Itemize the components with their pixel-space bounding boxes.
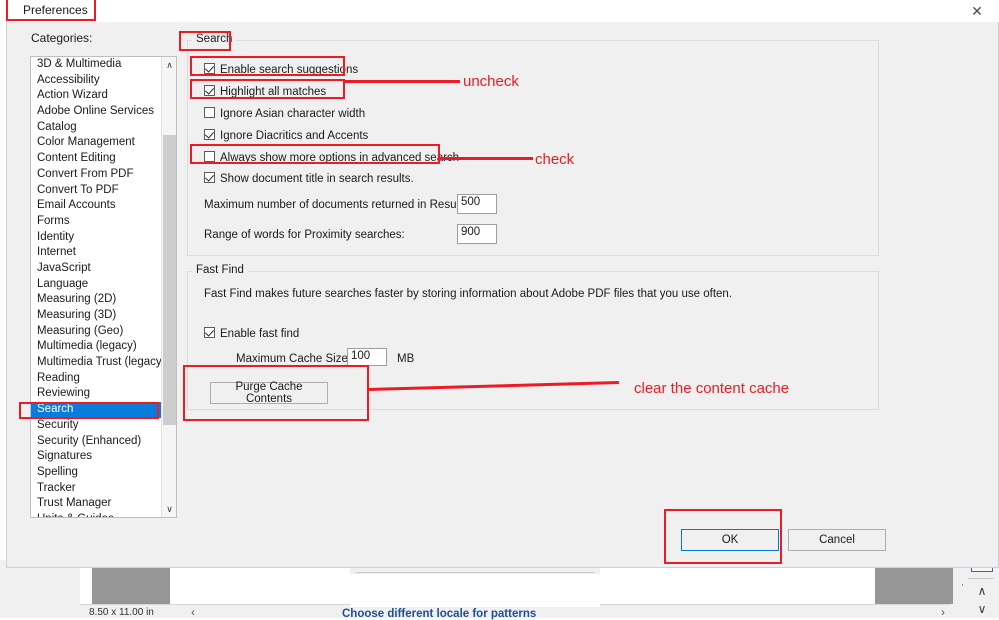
prev-page-icon[interactable]: ‹: [185, 605, 201, 619]
sidebar-item-units-guides[interactable]: Units & Guides: [31, 512, 162, 517]
sidebar-item-multimedia-trust-legacy[interactable]: Multimedia Trust (legacy): [31, 355, 165, 371]
checkbox-ignore-diacritics-and-accents[interactable]: [204, 129, 215, 140]
bg-page-thumbnail: [92, 563, 170, 604]
sidebar-item-content-editing[interactable]: Content Editing: [31, 151, 162, 167]
dialog-title: Preferences: [23, 3, 88, 17]
checkbox-always-show-more-options[interactable]: [204, 151, 215, 162]
max-documents-label: Maximum number of documents returned in …: [204, 199, 472, 211]
scroll-up-icon[interactable]: ∧: [162, 57, 176, 73]
sidebar-item-3d-multimedia[interactable]: 3D & Multimedia: [31, 57, 162, 73]
next-page-icon[interactable]: ›: [935, 605, 951, 619]
checkbox-ignore-asian-character-width[interactable]: [204, 107, 215, 118]
sidebar-item-search[interactable]: Search: [31, 402, 162, 418]
checkbox-row-ignore-diacritics-and-accents[interactable]: Ignore Diacritics and Accents: [204, 126, 368, 144]
annotation-text-clear-cache: clear the content cache: [634, 380, 790, 397]
sidebar-item-measuring-2d[interactable]: Measuring (2D): [31, 292, 162, 308]
sidebar-item-trust-manager[interactable]: Trust Manager: [31, 496, 162, 512]
sidebar-item-multimedia-legacy[interactable]: Multimedia (legacy): [31, 339, 162, 355]
checkbox-highlight-all-matches[interactable]: [204, 85, 215, 96]
cache-unit-label: MB: [397, 353, 415, 365]
sidebar-item-measuring-geo[interactable]: Measuring (Geo): [31, 324, 162, 340]
fastfind-group-legend: Fast Find: [192, 264, 248, 276]
bg-divider-2: [968, 578, 994, 579]
checkbox-row-show-document-title[interactable]: Show document title in search results.: [204, 169, 414, 187]
checkbox-label: Ignore Asian character width: [220, 108, 366, 120]
sidebar-item-email-accounts[interactable]: Email Accounts: [31, 198, 162, 214]
sidebar-item-catalog[interactable]: Catalog: [31, 120, 162, 136]
sidebar-item-action-wizard[interactable]: Action Wizard: [31, 88, 162, 104]
categories-scrollbar[interactable]: ∧ ∨: [161, 57, 176, 517]
sidebar-item-spelling[interactable]: Spelling: [31, 465, 162, 481]
bg-status-strip-right: [600, 604, 950, 618]
search-group-legend: Search: [192, 33, 237, 45]
annotation-text-check: check: [535, 151, 575, 168]
checkbox-label: Highlight all matches: [220, 86, 327, 98]
sidebar-item-javascript[interactable]: JavaScript: [31, 261, 162, 277]
max-cache-size-label: Maximum Cache Size:: [236, 353, 352, 365]
max-cache-size-input[interactable]: 100: [347, 348, 387, 366]
scroll-down-icon[interactable]: ∨: [162, 501, 176, 517]
checkbox-row-always-show-more-options[interactable]: Always show more options in advanced sea…: [204, 148, 459, 166]
proximity-range-input[interactable]: 900: [457, 224, 497, 244]
proximity-range-label: Range of words for Proximity searches:: [204, 229, 405, 241]
dialog-titlebar: Preferences ✕: [7, 0, 999, 22]
max-documents-input[interactable]: 500: [457, 194, 497, 214]
checkbox-label: Ignore Diacritics and Accents: [220, 130, 369, 142]
checkbox-row-highlight-all-matches[interactable]: Highlight all matches: [204, 82, 326, 100]
checkbox-row-ignore-asian-character-width[interactable]: Ignore Asian character width: [204, 104, 365, 122]
sidebar-item-security-enhanced[interactable]: Security (Enhanced): [31, 434, 162, 450]
checkbox-show-document-title[interactable]: [204, 172, 215, 183]
sidebar-item-convert-to-pdf[interactable]: Convert To PDF: [31, 183, 162, 199]
annotation-text-uncheck: uncheck: [463, 73, 519, 90]
sidebar-item-measuring-3d[interactable]: Measuring (3D): [31, 308, 162, 324]
sidebar-item-convert-from-pdf[interactable]: Convert From PDF: [31, 167, 162, 183]
checkbox-label: Enable fast find: [220, 328, 300, 340]
locale-link[interactable]: Choose different locale for patterns: [342, 608, 536, 620]
sidebar-item-reviewing[interactable]: Reviewing: [31, 386, 162, 402]
sidebar-item-accessibility[interactable]: Accessibility: [31, 73, 162, 89]
checkbox-label: Show document title in search results.: [220, 173, 414, 185]
fastfind-description: Fast Find makes future searches faster b…: [204, 288, 732, 300]
purge-cache-contents-button[interactable]: Purge Cache Contents: [210, 381, 328, 405]
checkbox-label: Always show more options in advanced sea…: [220, 152, 460, 164]
sidebar-item-security[interactable]: Security: [31, 418, 162, 434]
sidebar-item-identity[interactable]: Identity: [31, 230, 162, 246]
sidebar-item-signatures[interactable]: Signatures: [31, 449, 162, 465]
sidebar-item-adobe-online-services[interactable]: Adobe Online Services: [31, 104, 162, 120]
bg-page-thumbnail-2: [875, 563, 953, 604]
sidebar-item-tracker[interactable]: Tracker: [31, 481, 162, 497]
bg-divider-1: [356, 572, 594, 573]
close-icon[interactable]: ✕: [954, 0, 999, 22]
checkbox-row-enable-search-suggestions[interactable]: Enable search suggestions: [204, 60, 358, 78]
sidebar-item-color-management[interactable]: Color Management: [31, 135, 162, 151]
sidebar-item-language[interactable]: Language: [31, 277, 162, 293]
sidebar-item-forms[interactable]: Forms: [31, 214, 162, 230]
bg-up-icon[interactable]: ∧: [974, 584, 990, 598]
checkbox-row-enable-fast-find[interactable]: Enable fast find: [204, 324, 299, 342]
categories-list-inner: 3D & Multimedia Accessibility Action Wizar…: [31, 57, 165, 517]
sidebar-item-reading[interactable]: Reading: [31, 371, 162, 387]
categories-label: Categories:: [31, 31, 93, 45]
page-size-label: 8.50 x 11.00 in: [89, 607, 154, 618]
scrollbar-thumb[interactable]: [163, 135, 176, 425]
bg-down-icon[interactable]: ∨: [974, 602, 990, 616]
ok-button[interactable]: OK: [681, 529, 779, 551]
categories-list[interactable]: 3D & Multimedia Accessibility Action Wizar…: [30, 56, 177, 518]
checkbox-label: Enable search suggestions: [220, 64, 359, 76]
checkbox-enable-fast-find[interactable]: [204, 327, 215, 338]
checkbox-enable-search-suggestions[interactable]: [204, 63, 215, 74]
cancel-button[interactable]: Cancel: [788, 529, 886, 551]
sidebar-item-internet[interactable]: Internet: [31, 245, 162, 261]
